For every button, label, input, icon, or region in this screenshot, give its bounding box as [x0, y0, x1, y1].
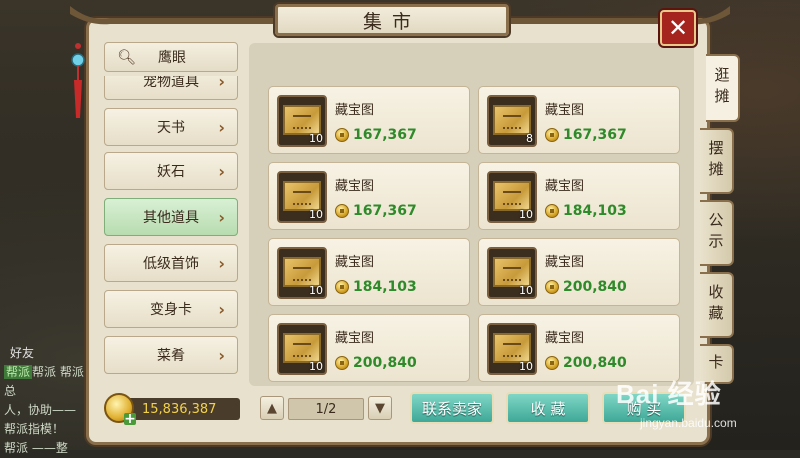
category-item-selected[interactable]: 其他道具 ›	[104, 198, 238, 236]
treasure-map-icon: 10	[487, 323, 537, 375]
item-price: 167,367	[353, 203, 417, 219]
item-price: 200,840	[353, 355, 417, 371]
search-button[interactable]: 🔍︎ 鹰眼	[104, 42, 238, 72]
item-card[interactable]: 10 藏宝图 200,840	[268, 314, 470, 382]
coin-icon	[545, 128, 559, 142]
watermark: Bai 经验 jingyan.baidu.com	[608, 362, 798, 448]
tassel-ornament	[71, 43, 85, 118]
item-name: 藏宝图	[545, 103, 585, 118]
chevron-down-icon: ▼	[375, 400, 385, 416]
tab-favorites[interactable]: 收藏	[700, 272, 734, 338]
category-item[interactable]: 天书 ›	[104, 108, 238, 146]
close-button[interactable]: ✕	[660, 10, 696, 46]
add-gold-icon[interactable]	[104, 393, 136, 425]
item-price: 184,103	[353, 279, 417, 295]
background-chat: 好友 帮派 帮派 帮派总 人，协助—— 帮派指模！ 帮派 ——整	[0, 330, 90, 455]
search-label: 鹰眼	[158, 50, 187, 66]
tab-public-notice[interactable]: 公示	[700, 200, 734, 266]
treasure-map-icon: 10	[277, 323, 327, 375]
chevron-right-icon: ›	[218, 346, 225, 365]
category-item[interactable]: 低级首饰 ›	[104, 244, 238, 282]
chat-line: 帮派 ——整	[4, 441, 68, 455]
tab-set-stall[interactable]: 摆摊	[700, 128, 734, 194]
watermark-url: jingyan.baidu.com	[640, 416, 737, 430]
category-item[interactable]: 宠物道具 ›	[104, 76, 238, 100]
item-name: 藏宝图	[545, 255, 585, 270]
coin-icon	[335, 128, 349, 142]
close-icon[interactable]: ✕	[668, 14, 688, 42]
treasure-map-icon: 10	[277, 247, 327, 299]
item-name: 藏宝图	[335, 179, 375, 194]
page-down-button[interactable]: ▼	[368, 396, 392, 420]
item-card[interactable]: 8 藏宝图 167,367	[478, 86, 680, 154]
item-card[interactable]: 10 藏宝图 184,103	[268, 238, 470, 306]
chat-line: 人，协助——	[4, 403, 77, 417]
item-name: 藏宝图	[545, 179, 585, 194]
coin-icon	[335, 204, 349, 218]
friends-label: 好友	[10, 346, 35, 360]
item-name: 藏宝图	[335, 103, 375, 118]
chevron-up-icon: ▲	[267, 400, 277, 416]
category-item[interactable]: 变身卡 ›	[104, 290, 238, 328]
search-icon: 🔍︎	[117, 48, 137, 66]
category-item[interactable]: 菜肴 ›	[104, 336, 238, 374]
coin-icon	[545, 204, 559, 218]
item-price: 200,840	[563, 279, 627, 295]
category-list[interactable]: 宠物道具 › 天书 › 妖石 › 其他道具 › 低级首饰 › 变身卡 › 菜肴 ›	[102, 76, 240, 376]
item-price: 167,367	[563, 127, 627, 143]
page-indicator: 1/2	[288, 398, 364, 420]
treasure-map-icon: 10	[487, 247, 537, 299]
chevron-right-icon: ›	[218, 118, 225, 137]
item-card[interactable]: 10 藏宝图 184,103	[478, 162, 680, 230]
chat-line: 帮派 帮派 帮派总	[4, 365, 84, 398]
page-up-button[interactable]: ▲	[260, 396, 284, 420]
item-price: 184,103	[563, 203, 627, 219]
favorite-button[interactable]: 收 藏	[506, 392, 590, 424]
chevron-right-icon: ›	[218, 300, 225, 319]
page-title: 集市	[275, 4, 509, 36]
watermark-logo: Bai 经验	[616, 379, 722, 409]
tab-browse-stalls[interactable]: 逛摊	[706, 54, 740, 122]
item-name: 藏宝图	[335, 331, 375, 346]
category-item[interactable]: 妖石 ›	[104, 152, 238, 190]
chat-line: 帮派指模！	[4, 422, 65, 436]
item-price: 167,367	[353, 127, 417, 143]
treasure-map-icon: 10	[487, 171, 537, 223]
item-card[interactable]: 10 藏宝图 200,840	[478, 238, 680, 306]
coin-icon	[335, 356, 349, 370]
item-card[interactable]: 10 藏宝图 167,367	[268, 86, 470, 154]
contact-seller-button[interactable]: 联系卖家	[410, 392, 494, 424]
chevron-right-icon: ›	[218, 254, 225, 273]
treasure-map-icon: 10	[277, 171, 327, 223]
coin-icon	[545, 356, 559, 370]
coin-icon	[545, 280, 559, 294]
chevron-right-icon: ›	[218, 208, 225, 227]
chevron-right-icon: ›	[218, 162, 225, 181]
treasure-map-icon: 10	[277, 95, 327, 147]
treasure-map-icon: 8	[487, 95, 537, 147]
coin-icon	[335, 280, 349, 294]
item-name: 藏宝图	[335, 255, 375, 270]
item-card[interactable]: 10 藏宝图 167,367	[268, 162, 470, 230]
item-name: 藏宝图	[545, 331, 585, 346]
chevron-right-icon: ›	[218, 76, 225, 91]
